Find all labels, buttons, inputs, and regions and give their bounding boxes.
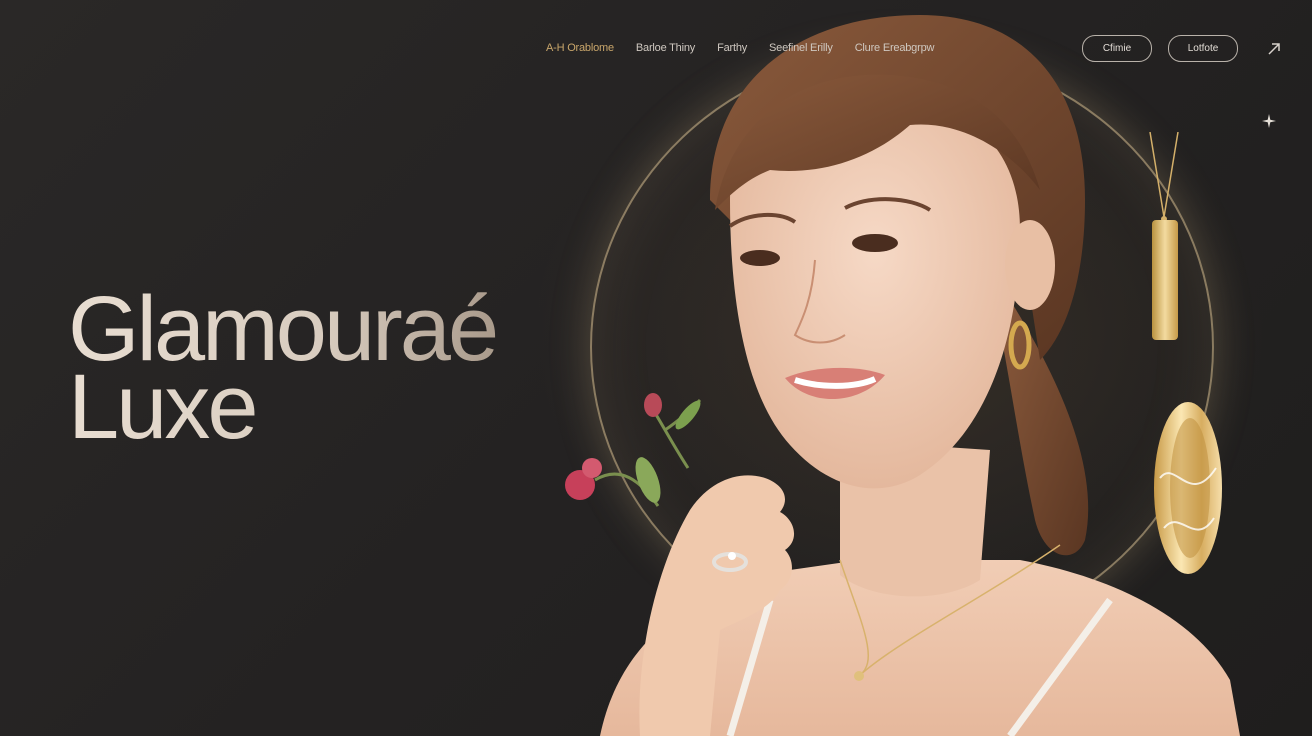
nav-item-barloe-thiny[interactable]: Barloe Thiny	[636, 42, 695, 54]
nav-item-orablome[interactable]: A-H Orablome	[546, 42, 614, 54]
top-nav: A-H Orablome Barloe Thiny Farthy Seefine…	[546, 42, 934, 54]
arrow-up-right-icon[interactable]	[1265, 40, 1283, 58]
hero-title: Glamouraé Luxe	[68, 290, 496, 446]
nav-item-seefinel-erilly[interactable]: Seefinel Erilly	[769, 42, 833, 54]
header-button-lotfote[interactable]: Lotfote	[1168, 35, 1238, 62]
nav-item-clure-ereabgrpw[interactable]: Clure Ereabgrpw	[855, 42, 935, 54]
nav-item-farthy[interactable]: Farthy	[717, 42, 747, 54]
gold-ring-image[interactable]	[1150, 398, 1226, 578]
pendant-necklace-image[interactable]	[1140, 132, 1188, 347]
header-button-cfimie[interactable]: Cfimie	[1082, 35, 1152, 62]
sparkle-icon	[1262, 114, 1276, 128]
model-photo	[565, 15, 1240, 736]
landing-page: A-H Orablome Barloe Thiny Farthy Seefine…	[0, 0, 1312, 736]
